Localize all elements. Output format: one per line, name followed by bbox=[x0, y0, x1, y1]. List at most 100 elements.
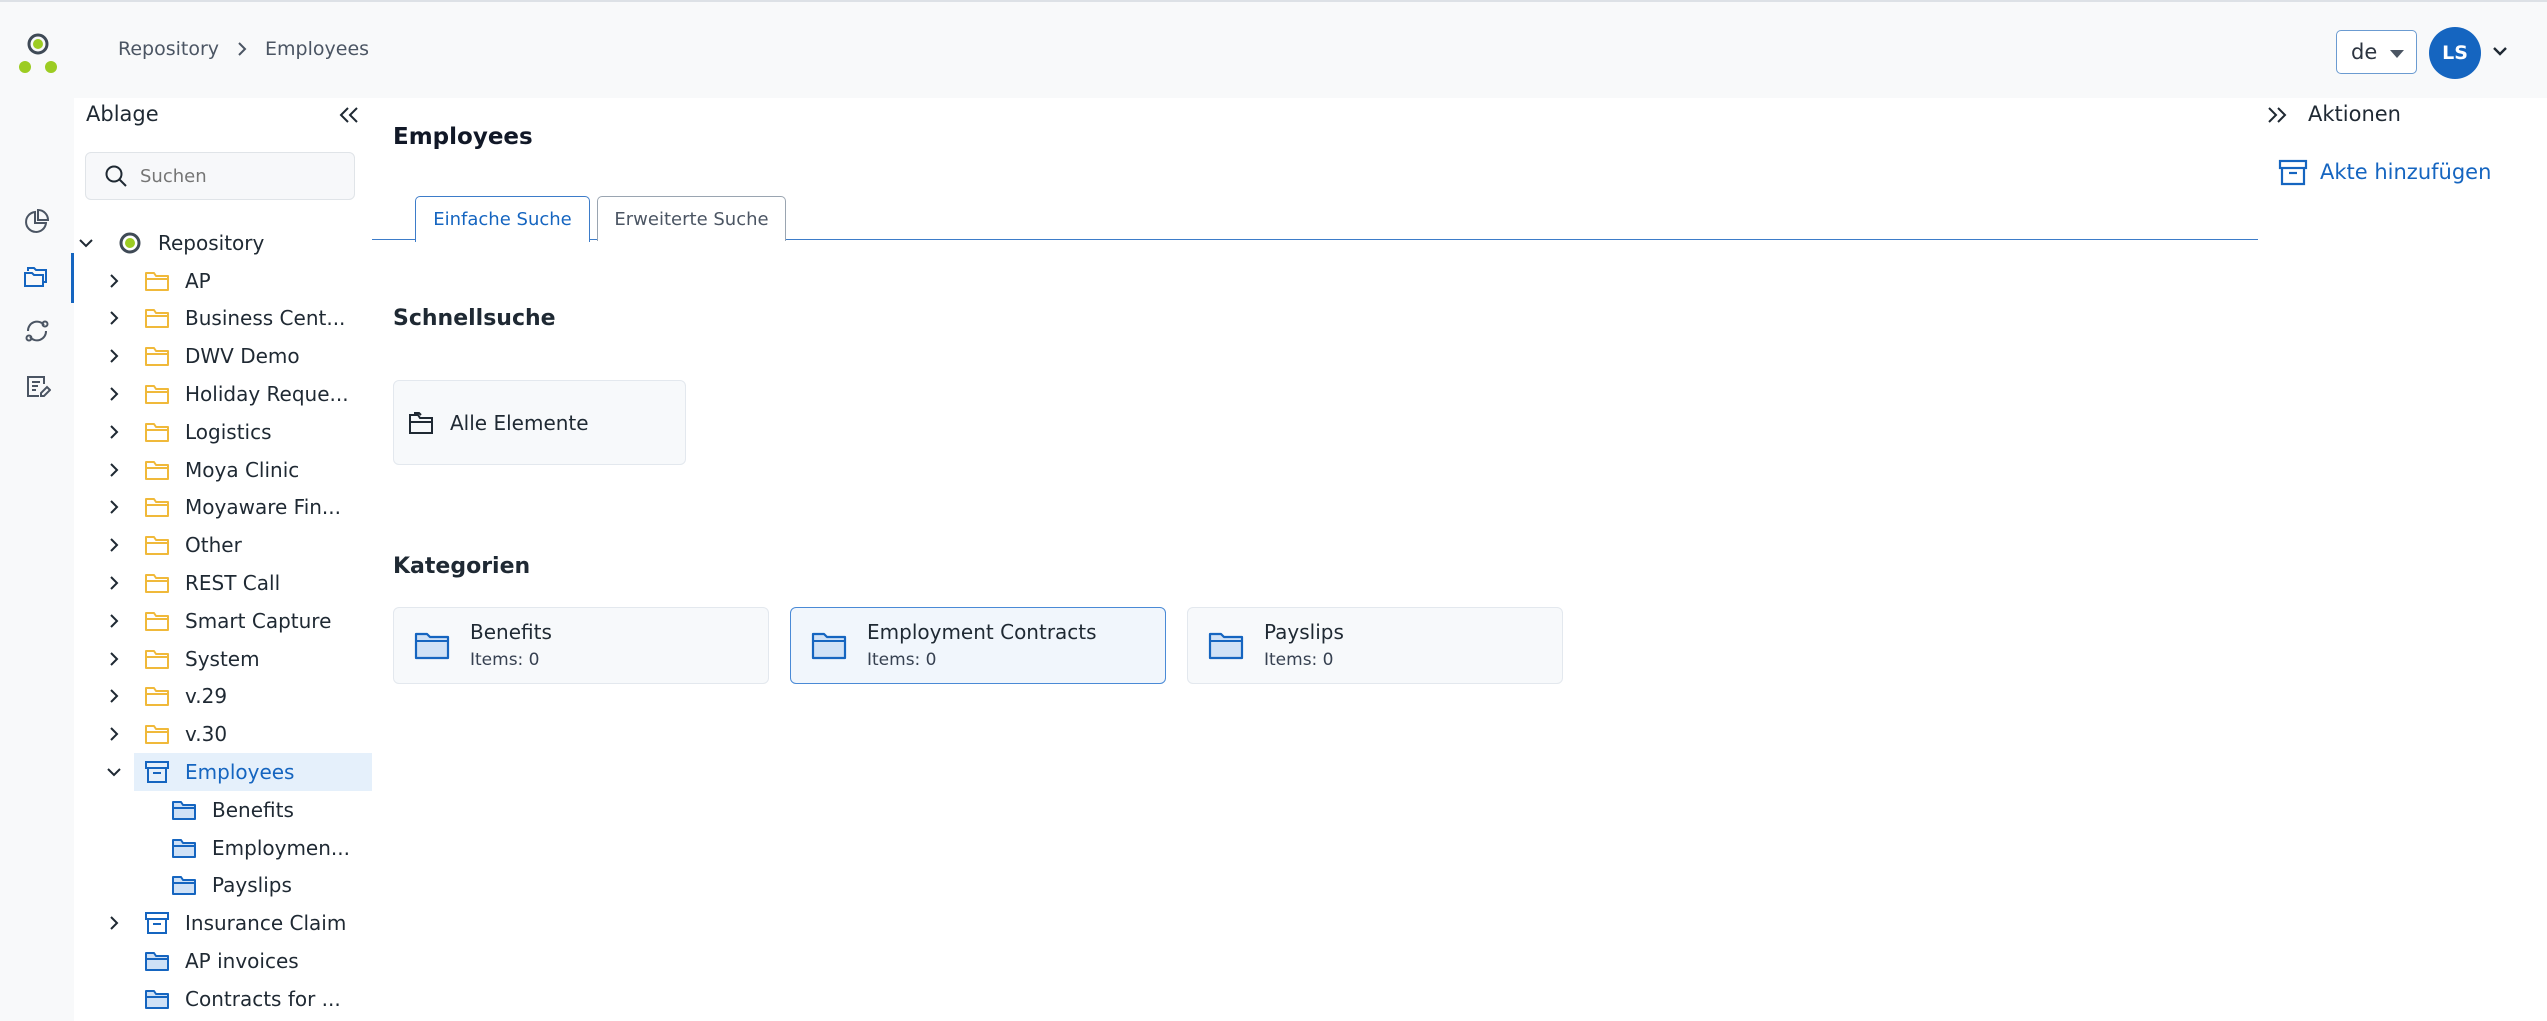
tree-item[interactable]: AP invoices bbox=[74, 942, 372, 980]
user-initials: LS bbox=[2442, 42, 2468, 64]
chevron-right-icon[interactable] bbox=[106, 424, 122, 440]
chevron-right-icon[interactable] bbox=[106, 386, 122, 402]
tree-search-box[interactable] bbox=[85, 152, 355, 200]
category-card-payslips[interactable]: Payslips Items: 0 bbox=[1187, 607, 1563, 684]
tree-item-label: AP invoices bbox=[185, 949, 299, 974]
tree-item[interactable]: Contracts for ... bbox=[74, 980, 372, 1018]
chevron-right-icon[interactable] bbox=[106, 613, 122, 629]
tree-item[interactable]: Insurance Claim bbox=[74, 904, 372, 942]
category-folder-icon bbox=[144, 988, 170, 1010]
chevron-right-icon[interactable] bbox=[106, 575, 122, 591]
search-tabs: Einfache Suche Erweiterte Suche bbox=[372, 196, 2258, 242]
app-logo[interactable] bbox=[18, 32, 58, 76]
collapse-panel-icon[interactable] bbox=[338, 106, 360, 128]
user-avatar[interactable]: LS bbox=[2429, 27, 2481, 79]
tree-item[interactable]: System bbox=[74, 640, 372, 678]
chevron-right-icon[interactable] bbox=[106, 310, 122, 326]
sync-icon bbox=[23, 317, 51, 349]
chevron-down-icon[interactable] bbox=[78, 235, 94, 251]
language-value: de bbox=[2351, 40, 2378, 64]
tree-item-label: Contracts for ... bbox=[185, 986, 341, 1011]
chevron-right-icon[interactable] bbox=[106, 499, 122, 515]
folder-icon bbox=[144, 345, 170, 367]
add-file-button[interactable]: Akte hinzufügen bbox=[2278, 158, 2491, 186]
tree-item[interactable]: DWV Demo bbox=[74, 337, 372, 375]
tree-item[interactable]: Payslips bbox=[74, 867, 372, 905]
workflow-nav[interactable] bbox=[0, 308, 74, 358]
tree-item[interactable]: Holiday Reque... bbox=[74, 375, 372, 413]
tab-advanced-search[interactable]: Erweiterte Suche bbox=[597, 196, 786, 241]
tree-item-label: AP bbox=[185, 268, 211, 293]
categories-title: Kategorien bbox=[393, 554, 531, 579]
tree-item[interactable]: Employmen... bbox=[74, 829, 372, 867]
chevron-right-icon[interactable] bbox=[106, 688, 122, 704]
folder-icon bbox=[144, 459, 170, 481]
add-file-label: Akte hinzufügen bbox=[2320, 160, 2492, 184]
tab-simple-search[interactable]: Einfache Suche bbox=[415, 196, 590, 242]
quick-search-all-items[interactable]: Alle Elemente bbox=[393, 380, 686, 465]
category-folder-icon bbox=[811, 628, 847, 660]
chevron-right-icon[interactable] bbox=[106, 273, 122, 289]
chevron-down-icon[interactable] bbox=[106, 764, 122, 780]
tree-item[interactable]: v.30 bbox=[74, 715, 372, 753]
chevron-right-icon[interactable] bbox=[106, 915, 122, 931]
chevron-down-icon[interactable] bbox=[2492, 42, 2508, 61]
breadcrumb-repository[interactable]: Repository bbox=[118, 38, 219, 60]
chevron-right-icon[interactable] bbox=[106, 462, 122, 478]
tree-panel-title: Ablage bbox=[86, 102, 159, 126]
folder-icon bbox=[144, 723, 170, 745]
caret-down-icon bbox=[2390, 50, 2404, 58]
category-folder-icon bbox=[171, 874, 197, 896]
repository-icon bbox=[118, 231, 142, 255]
tree-item[interactable]: Smart Capture bbox=[74, 602, 372, 640]
chevron-right-icon[interactable] bbox=[106, 537, 122, 553]
folder-open-icon bbox=[408, 410, 436, 436]
tree-item[interactable]: Employees bbox=[107, 753, 372, 791]
tree-item[interactable]: Moya Clinic bbox=[74, 451, 372, 489]
language-select[interactable]: de bbox=[2336, 30, 2417, 74]
tree-item-label: Employmen... bbox=[212, 835, 350, 860]
repository-tree-panel: Ablage Repository AP Business Cent... DWV D… bbox=[74, 98, 372, 1021]
category-folder-icon bbox=[414, 628, 450, 660]
breadcrumb-employees: Employees bbox=[265, 38, 370, 60]
tree-item[interactable]: AP bbox=[74, 262, 372, 300]
category-folder-icon bbox=[1208, 628, 1244, 660]
dashboard-nav[interactable] bbox=[0, 198, 74, 248]
folder-icon bbox=[144, 534, 170, 556]
chevron-right-icon[interactable] bbox=[106, 651, 122, 667]
search-icon bbox=[104, 164, 128, 188]
tree-item-label: Smart Capture bbox=[185, 608, 332, 633]
chevron-right-icon[interactable] bbox=[106, 726, 122, 742]
repository-nav[interactable] bbox=[0, 253, 74, 303]
tree-item-label: REST Call bbox=[185, 571, 281, 596]
folder-icon bbox=[144, 421, 170, 443]
actions-title: Aktionen bbox=[2308, 102, 2401, 126]
tree-item[interactable]: Moyaware Fin... bbox=[74, 489, 372, 527]
tree-item[interactable]: Logistics bbox=[74, 413, 372, 451]
tree-item[interactable]: REST Call bbox=[74, 564, 372, 602]
category-card-employment-contracts[interactable]: Employment Contracts Items: 0 bbox=[790, 607, 1166, 684]
category-name: Payslips bbox=[1264, 620, 1344, 644]
chevron-right-icon[interactable] bbox=[106, 348, 122, 364]
expand-panel-icon[interactable] bbox=[2266, 106, 2288, 128]
tree-item[interactable]: Benefits bbox=[74, 791, 372, 829]
tasks-nav[interactable] bbox=[0, 363, 74, 413]
tree-item[interactable]: Other bbox=[74, 526, 372, 564]
folder-icon bbox=[144, 307, 170, 329]
tree-item[interactable]: Repository bbox=[74, 224, 372, 262]
category-folder-icon bbox=[171, 837, 197, 859]
tree-item[interactable]: v.29 bbox=[74, 678, 372, 716]
category-card-benefits[interactable]: Benefits Items: 0 bbox=[393, 607, 769, 684]
folders-icon bbox=[22, 262, 50, 294]
tree-item-label: Business Cent... bbox=[185, 306, 346, 331]
tree-item[interactable]: Business Cent... bbox=[74, 300, 372, 338]
category-name: Benefits bbox=[470, 620, 552, 644]
chevron-right-icon bbox=[237, 42, 247, 56]
category-name: Employment Contracts bbox=[867, 620, 1097, 644]
folder-icon bbox=[144, 383, 170, 405]
page-title: Employees bbox=[393, 124, 533, 150]
category-count: Items: 0 bbox=[867, 650, 937, 670]
folder-icon bbox=[144, 610, 170, 632]
folder-icon bbox=[144, 648, 170, 670]
tree-search-input[interactable] bbox=[140, 165, 340, 187]
